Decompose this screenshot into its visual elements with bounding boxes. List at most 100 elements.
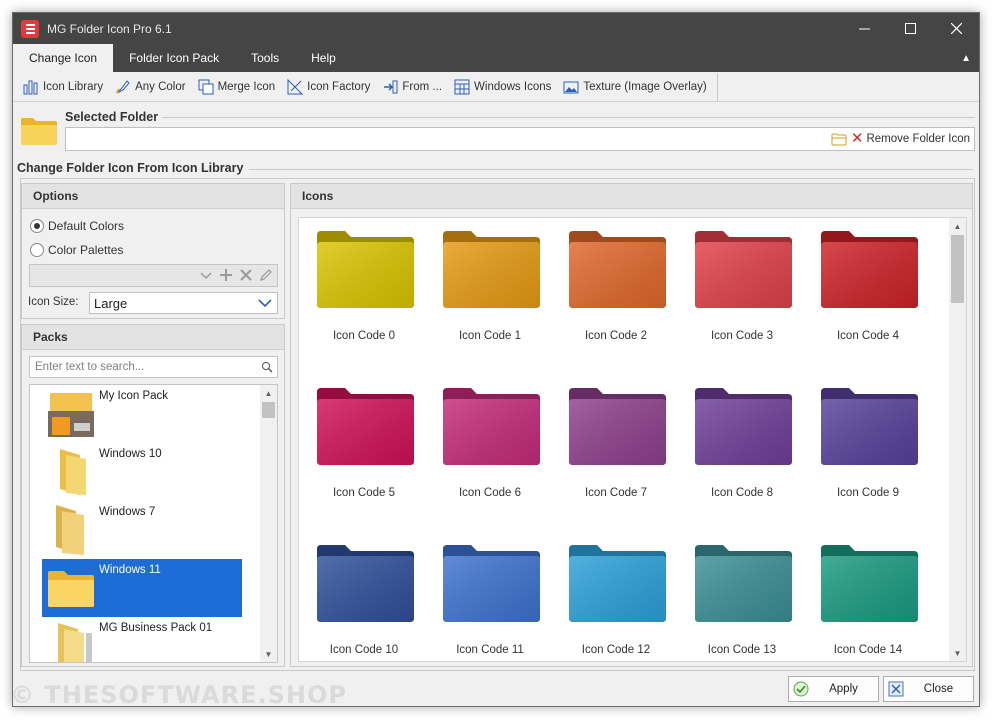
pack-item-mg-business-pack-01[interactable]: MG Business Pack 01 <box>42 617 242 662</box>
bar-chart-icon <box>23 80 38 94</box>
icon-code-label: Icon Code 7 <box>584 487 647 499</box>
icon-code-cell[interactable]: Icon Code 8 <box>679 375 805 525</box>
folder-color-icon <box>443 388 540 465</box>
icon-code-cell[interactable]: Icon Code 14 <box>805 532 931 661</box>
scrollbar-thumb[interactable] <box>262 402 275 418</box>
toolbar: Icon Library Any Color Merge Icon Icon F… <box>13 72 979 102</box>
apply-button[interactable]: Apply <box>788 676 879 702</box>
icon-code-label: Icon Code 6 <box>458 487 521 499</box>
chevron-down-icon[interactable] <box>199 268 213 282</box>
divider <box>162 117 975 118</box>
scroll-down-icon[interactable]: ▼ <box>949 645 966 661</box>
close-window-button[interactable] <box>933 13 979 44</box>
minimize-button[interactable] <box>841 13 887 44</box>
folder-color-icon <box>821 545 918 622</box>
close-label: Close <box>923 683 954 695</box>
edit-pencil-icon[interactable] <box>259 268 273 282</box>
packs-panel: Packs Enter text to search... My Icon Pa… <box>21 324 285 667</box>
maximize-button[interactable] <box>887 13 933 44</box>
icon-code-cell[interactable]: Icon Code 3 <box>679 218 805 368</box>
icons-scrollbar[interactable]: ▲ ▼ <box>949 218 966 661</box>
delete-icon[interactable] <box>239 268 253 282</box>
windows-11-folder-thumbnail <box>48 571 94 607</box>
toolbar-windows-icons[interactable]: Windows Icons <box>448 74 557 100</box>
icon-code-cell[interactable]: Icon Code 9 <box>805 375 931 525</box>
windows-7-folder-thumbnail <box>56 505 84 555</box>
pack-item-windows-7[interactable]: Windows 7 <box>42 501 242 559</box>
icon-code-cell[interactable]: Icon Code 5 <box>301 375 427 525</box>
icon-code-cell[interactable]: Icon Code 13 <box>679 532 805 661</box>
add-icon[interactable] <box>219 268 233 282</box>
folder-icon <box>21 118 57 145</box>
scroll-down-icon[interactable]: ▼ <box>260 646 277 662</box>
minimize-icon <box>858 28 870 30</box>
icon-code-label: Icon Code 0 <box>332 330 395 342</box>
remove-folder-icon-button[interactable]: ✕ Remove Folder Icon <box>831 131 970 146</box>
icon-code-label: Icon Code 4 <box>836 330 899 342</box>
scrollbar-thumb[interactable] <box>951 235 964 303</box>
title-bar[interactable]: MG Folder Icon Pro 6.1 <box>13 13 979 44</box>
image-icon <box>563 81 579 93</box>
toolbar-any-color[interactable]: Any Color <box>109 74 192 100</box>
radio-label: Default Colors <box>48 219 125 233</box>
color-palettes-radio[interactable]: Color Palettes <box>30 243 123 257</box>
default-colors-radio[interactable]: Default Colors <box>30 219 124 233</box>
menu-folder-icon-pack[interactable]: Folder Icon Pack <box>113 44 235 72</box>
icons-panel: Icons Icon Code 14 Icon Code 13 Icon Code … <box>290 183 973 667</box>
toolbar-label: Any Color <box>135 80 186 93</box>
app-window: MG Folder Icon Pro 6.1 Change Icon Folde… <box>12 12 980 707</box>
icon-code-cell[interactable]: Icon Code 1 <box>427 218 553 368</box>
remove-folder-icon-label: Remove Folder Icon <box>866 132 970 145</box>
radio-label: Color Palettes <box>48 243 124 257</box>
maximize-icon <box>904 23 916 34</box>
pack-item-my-icon-pack[interactable]: My Icon Pack <box>42 385 242 443</box>
scroll-up-icon[interactable]: ▲ <box>260 385 277 401</box>
toolbar-texture[interactable]: Texture (Image Overlay) <box>557 74 712 100</box>
icon-size-select[interactable]: Large <box>89 292 278 314</box>
menu-change-icon[interactable]: Change Icon <box>13 44 114 72</box>
packs-header: Packs <box>22 325 284 350</box>
icon-code-cell[interactable]: Icon Code 6 <box>427 375 553 525</box>
icon-code-label: Icon Code 5 <box>332 487 395 499</box>
my-icon-pack-thumbnail <box>48 393 94 437</box>
toolbar-from[interactable]: From ... <box>376 74 448 100</box>
icon-code-cell[interactable]: Icon Code 2 <box>553 218 679 368</box>
toolbar-divider <box>716 72 718 101</box>
icon-code-label: Icon Code 1 <box>458 330 521 342</box>
pack-list-scrollbar[interactable]: ▲ ▼ <box>260 385 277 662</box>
toolbar-merge-icon[interactable]: Merge Icon <box>192 74 282 100</box>
icon-code-cell[interactable]: Icon Code 7 <box>553 375 679 525</box>
icon-code-label: Icon Code 14 <box>833 644 903 656</box>
icon-code-cell[interactable]: Icon Code 0 <box>301 218 427 368</box>
pack-item-windows-11[interactable]: Windows 11 <box>42 559 242 617</box>
app-logo-icon <box>21 19 39 38</box>
folder-color-icon <box>695 231 792 308</box>
toolbar-label: Windows Icons <box>474 80 552 93</box>
icon-code-cell[interactable]: Icon Code 11 <box>427 532 553 661</box>
options-header: Options <box>22 184 284 209</box>
toolbar-icon-library[interactable]: Icon Library <box>17 74 109 100</box>
icon-code-cell[interactable]: Icon Code 12 <box>553 532 679 661</box>
search-placeholder: Enter text to search... <box>35 361 145 373</box>
divider <box>249 169 973 170</box>
pack-item-windows-10[interactable]: Windows 10 <box>42 443 242 501</box>
close-icon <box>950 23 962 34</box>
selected-folder-path-field[interactable]: ✕ Remove Folder Icon <box>65 127 975 151</box>
pack-name: MG Business Pack 01 <box>99 622 213 634</box>
icon-code-label: Icon Code 11 <box>456 644 524 656</box>
paint-brush-icon <box>116 79 130 93</box>
close-button[interactable]: Close <box>883 676 974 702</box>
collapse-ribbon-icon[interactable]: ▲ <box>961 44 971 72</box>
merge-icon <box>198 79 214 94</box>
menu-tools[interactable]: Tools <box>235 44 295 72</box>
pack-search-input[interactable]: Enter text to search... <box>29 356 278 378</box>
icon-code-cell[interactable]: Icon Code 10 <box>301 532 427 661</box>
menu-help[interactable]: Help <box>295 44 352 72</box>
scroll-up-icon[interactable]: ▲ <box>949 218 966 234</box>
menu-bar: Change Icon Folder Icon Pack Tools Help … <box>13 44 979 72</box>
folder-color-icon <box>695 388 792 465</box>
toolbar-label: Icon Library <box>43 80 104 93</box>
remove-x-icon: ✕ <box>850 130 864 147</box>
toolbar-icon-factory[interactable]: Icon Factory <box>281 74 376 100</box>
icon-code-cell[interactable]: Icon Code 4 <box>805 218 931 368</box>
